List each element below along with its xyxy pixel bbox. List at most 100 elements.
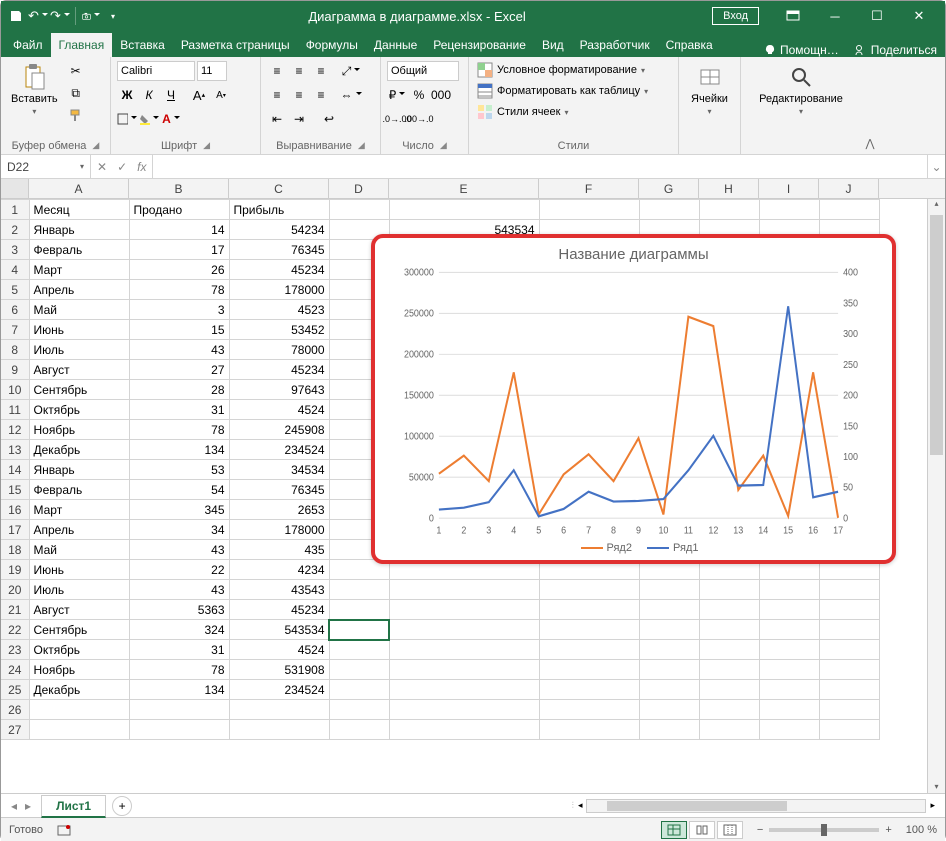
cell[interactable] [819,700,879,720]
cell[interactable] [29,720,129,740]
cell[interactable] [699,700,759,720]
row-header[interactable]: 12 [1,420,29,440]
cell[interactable]: 76345 [229,480,329,500]
dialog-launcher-icon[interactable]: ◢ [92,140,99,152]
cell[interactable]: 34534 [229,460,329,480]
embedded-chart[interactable]: Название диаграммы 050000100000150000200… [371,234,896,564]
cell[interactable]: 4524 [229,640,329,660]
cell[interactable]: Сентябрь [29,380,129,400]
cell[interactable] [389,680,539,700]
camera-icon[interactable] [82,7,100,25]
align-middle-icon[interactable]: ≡ [289,61,309,81]
cell[interactable]: 134 [129,440,229,460]
tab-рецензирование[interactable]: Рецензирование [425,33,534,57]
cell[interactable]: 178000 [229,520,329,540]
cell[interactable]: 22 [129,560,229,580]
format-painter-icon[interactable] [66,105,86,125]
page-break-view-button[interactable] [717,821,743,839]
row-header[interactable]: 2 [1,220,29,240]
expand-formula-bar-icon[interactable]: ⌄ [927,155,945,178]
cell[interactable]: 54 [129,480,229,500]
cell[interactable] [539,580,639,600]
share-button[interactable]: Поделиться [847,43,945,57]
cell[interactable]: 78000 [229,340,329,360]
cell[interactable]: 78 [129,660,229,680]
formula-input[interactable] [153,155,927,178]
cell[interactable]: Июнь [29,320,129,340]
cell[interactable]: 78 [129,420,229,440]
column-header[interactable]: B [129,179,229,198]
cell[interactable] [389,580,539,600]
page-layout-view-button[interactable] [689,821,715,839]
column-header[interactable]: J [819,179,879,198]
cell[interactable] [639,620,699,640]
hscroll-left-icon[interactable]: ◂ [578,800,583,811]
cell[interactable] [639,600,699,620]
cell[interactable] [819,580,879,600]
cell[interactable]: 17 [129,240,229,260]
align-left-icon[interactable]: ≡ [267,85,287,105]
close-icon[interactable]: ✕ [899,2,939,30]
cancel-formula-icon[interactable]: ✕ [97,160,107,174]
align-bottom-icon[interactable]: ≡ [311,61,331,81]
row-header[interactable]: 3 [1,240,29,260]
column-header[interactable]: C [229,179,329,198]
cell[interactable]: 4234 [229,560,329,580]
cell[interactable] [699,720,759,740]
cell[interactable]: 26 [129,260,229,280]
row-header[interactable]: 23 [1,640,29,660]
cell[interactable]: Май [29,540,129,560]
underline-button[interactable]: Ч [161,85,181,105]
cell[interactable]: Апрель [29,280,129,300]
cell[interactable] [329,680,389,700]
column-header[interactable]: H [699,179,759,198]
cell[interactable] [129,720,229,740]
row-header[interactable]: 20 [1,580,29,600]
cell[interactable] [699,680,759,700]
save-icon[interactable] [7,7,25,25]
cell[interactable]: Декабрь [29,680,129,700]
cell[interactable]: Месяц [29,200,129,220]
cell[interactable] [389,620,539,640]
cell[interactable] [759,620,819,640]
cell[interactable] [699,620,759,640]
accounting-format-icon[interactable]: ₽ [387,85,407,105]
cell[interactable] [699,660,759,680]
merge-icon[interactable]: ⇔ [341,85,361,105]
cell[interactable] [819,600,879,620]
cell[interactable] [699,600,759,620]
tab-вид[interactable]: Вид [534,33,572,57]
cell[interactable]: Июль [29,340,129,360]
cell[interactable]: Апрель [29,520,129,540]
copy-icon[interactable]: ⧉ [66,83,86,103]
row-header[interactable]: 10 [1,380,29,400]
cell[interactable]: 43 [129,340,229,360]
cell[interactable] [539,700,639,720]
increase-font-icon[interactable]: A▴ [189,85,209,105]
tab-формулы[interactable]: Формулы [298,33,366,57]
cell[interactable]: Март [29,260,129,280]
decrease-indent-icon[interactable]: ⇤ [267,109,287,129]
row-header[interactable]: 16 [1,500,29,520]
tab-данные[interactable]: Данные [366,33,425,57]
tab-разметка страницы[interactable]: Разметка страницы [173,33,298,57]
cell[interactable]: Октябрь [29,640,129,660]
zoom-level[interactable]: 100 % [906,824,937,836]
row-header[interactable]: 27 [1,720,29,740]
cell[interactable]: 345 [129,500,229,520]
cell[interactable] [819,640,879,660]
comma-format-icon[interactable]: 000 [431,85,451,105]
cell[interactable] [759,660,819,680]
cell[interactable] [389,660,539,680]
cell[interactable]: 27 [129,360,229,380]
cell[interactable] [389,200,539,220]
decrease-font-icon[interactable]: A▾ [211,85,231,105]
cell[interactable] [329,600,389,620]
row-header[interactable]: 24 [1,660,29,680]
tell-me[interactable]: Помощн… [756,43,847,57]
horizontal-scrollbar[interactable] [586,799,926,813]
cell[interactable]: 15 [129,320,229,340]
cell[interactable] [819,620,879,640]
dialog-launcher-icon[interactable]: ◢ [203,140,210,152]
cell[interactable]: 5363 [129,600,229,620]
